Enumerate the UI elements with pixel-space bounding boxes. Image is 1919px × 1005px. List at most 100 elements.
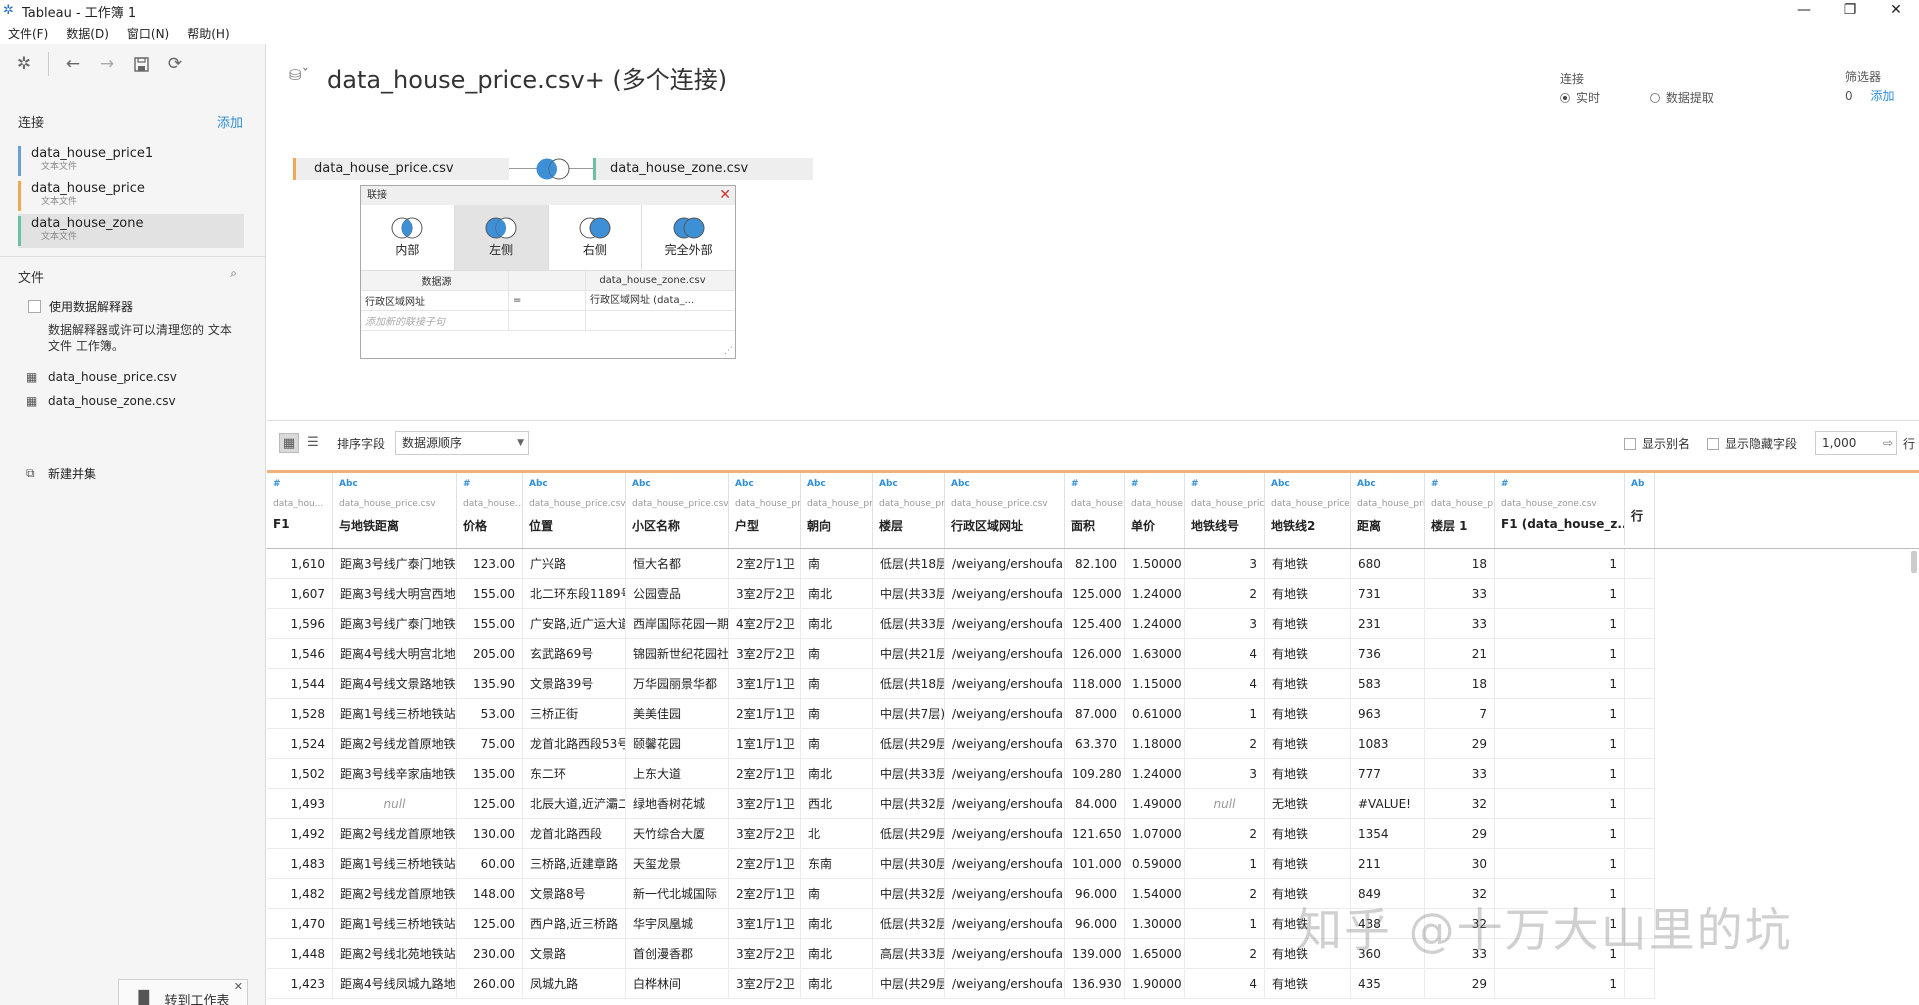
sort-select[interactable]: 数据源顺序 ▼ <box>395 431 529 455</box>
close-icon[interactable]: ✕ <box>719 186 731 204</box>
column-header[interactable]: Abc data_house_price.csv 行政区域网址 <box>945 473 1065 548</box>
column-header[interactable]: # data_house... 单价 <box>1125 473 1185 548</box>
connection-item[interactable]: data_house_zone 文本文件 <box>18 214 244 248</box>
menu-help[interactable]: 帮助(H) <box>187 25 229 42</box>
table-cell: 4 <box>1185 669 1265 698</box>
column-header[interactable]: Abc data_house_pri... 楼层 <box>873 473 945 548</box>
join-operator[interactable]: = <box>508 290 585 311</box>
right-table-pill[interactable]: data_house_zone.csv <box>593 158 813 180</box>
new-union-item[interactable]: ⧉ 新建并集 <box>26 465 96 482</box>
column-header[interactable]: # data_hou... F1 <box>267 473 333 548</box>
grid-view-icon[interactable]: ▦ <box>279 433 299 453</box>
live-radio[interactable]: 实时 <box>1560 91 1600 105</box>
column-header[interactable]: Abc data_house_pri... 朝向 <box>801 473 873 548</box>
interpreter-checkbox[interactable] <box>28 300 41 313</box>
table-cell: 南北 <box>801 909 873 938</box>
table-cell: 731 <box>1351 579 1425 608</box>
restore-button[interactable]: ❐ <box>1827 0 1873 22</box>
file-item[interactable]: ▦ data_house_zone.csv <box>26 394 176 408</box>
column-header[interactable]: Abc data_house_price.csv 小区名称 <box>626 473 729 548</box>
file-item[interactable]: ▦ data_house_price.csv <box>26 370 177 384</box>
column-header[interactable]: # data_house... 价格 <box>457 473 523 548</box>
extract-radio[interactable]: 数据提取 <box>1649 91 1714 105</box>
show-hidden-checkbox[interactable] <box>1707 437 1719 450</box>
table-cell: 3室2厅2卫 <box>729 939 801 968</box>
table-row[interactable]: 1,524 距离2号线龙首原地铁... 75.00 龙首北路西段53号 颐馨花园 1室1厅… <box>267 729 1655 759</box>
minimize-button[interactable]: — <box>1781 0 1827 22</box>
column-header[interactable]: Abc data_house_price.csv 与地铁距离 <box>333 473 457 548</box>
table-row[interactable]: 1,607 距离3号线大明宫西地... 155.00 北二环东段1189号 公园壹品 3室… <box>267 579 1655 609</box>
table-cell: /weiyang/ershoufang/ <box>945 849 1065 878</box>
table-row[interactable]: 1,423 距离4号线凤城九路地... 260.00 凤城九路 白桦林间 3室2厅2卫 南北… <box>267 969 1655 999</box>
left-field[interactable]: 行政区域网址 <box>361 293 508 308</box>
table-cell: 低层(共18层) <box>873 549 945 578</box>
table-cell: 3 <box>1185 549 1265 578</box>
join-type-full-outer[interactable]: 完全外部 <box>642 205 735 270</box>
table-cell: 南北 <box>801 759 873 788</box>
table-row[interactable]: 1,493null125.00北辰大道,近浐灞二路绿地香树花城3室2厅1卫西北中… <box>267 789 1655 819</box>
table-cell: /weiyang/ershoufang/ <box>945 669 1065 698</box>
add-filter-link[interactable]: 添加 <box>1870 89 1894 103</box>
table-cell: 南北 <box>801 609 873 638</box>
table-cell: /weiyang/ershoufang/ <box>945 759 1065 788</box>
close-icon[interactable]: ✕ <box>234 980 243 993</box>
datasource-title[interactable]: data_house_price.csv+ (多个连接) <box>327 60 727 95</box>
tableau-home-icon[interactable]: ✲ <box>12 52 36 76</box>
table-row[interactable]: 1,544 距离4号线文景路地铁... 135.90 文景路39号 万华园丽景华都 3室1… <box>267 669 1655 699</box>
join-type-inner[interactable]: 内部 <box>361 205 455 270</box>
forward-arrow-icon[interactable]: → <box>95 52 119 76</box>
table-cell: 距离3号线大明宫西地... <box>333 579 457 608</box>
table-row[interactable]: 1,483距离1号线三桥地铁站2...60.00三桥路,近建章路天玺龙景2室2厅… <box>267 849 1655 879</box>
connection-item[interactable]: data_house_price 文本文件 <box>18 179 244 213</box>
column-header[interactable]: # data_house_price... 地铁线号 <box>1185 473 1265 548</box>
arrow-right-icon[interactable]: ⇨ <box>1883 432 1893 454</box>
table-row[interactable]: 1,502 距离3号线辛家庙地铁... 135.00 东二环 上东大道 2室2厅1卫 南北中… <box>267 759 1655 789</box>
column-type-icon: # <box>1191 479 1199 489</box>
rows-input[interactable]: 1,000 ⇨ <box>1815 431 1897 455</box>
table-row[interactable]: 1,528距离1号线三桥地铁站9...53.00三桥正街美美佳园2室1厅1卫南中… <box>267 699 1655 729</box>
refresh-icon[interactable]: ⟳ <box>163 52 187 76</box>
close-button[interactable]: ✕ <box>1873 0 1919 22</box>
connection-item[interactable]: data_house_price1 文本文件 <box>18 144 244 178</box>
interpreter-option[interactable]: 使用数据解释器 <box>28 298 133 315</box>
left-join-icon[interactable] <box>533 158 573 180</box>
column-header[interactable]: Abc data_house_price.csv 地铁线2 <box>1265 473 1351 548</box>
database-icon[interactable]: ⛁ˇ <box>289 66 309 84</box>
table-row[interactable]: 1,492 距离2号线龙首原地铁... 130.00 龙首北路西段 天竹综合大厦 3室2厅… <box>267 819 1655 849</box>
column-header[interactable]: Ab 行 <box>1625 473 1655 548</box>
table-row[interactable]: 1,610 距离3号线广泰门地铁... 123.00 广兴路 恒大名都 2室2厅1卫南低层… <box>267 549 1655 579</box>
add-join-clause[interactable]: 添加新的联接子句 <box>361 313 508 328</box>
show-hidden-option[interactable]: 显示隐藏字段 <box>1707 435 1797 452</box>
table-cell: 南 <box>801 639 873 668</box>
right-field[interactable]: 行政区域网址 (data_... <box>585 290 715 311</box>
add-join-clause-row[interactable]: 添加新的联接子句 <box>361 310 735 331</box>
table-row[interactable]: 1,546距离4号线大明宫北地...205.00玄武路69号锦园新世纪花园社区3… <box>267 639 1655 669</box>
left-table-pill[interactable]: data_house_price.csv <box>293 158 509 180</box>
table-icon: ▦ <box>26 394 38 408</box>
save-icon[interactable] <box>129 52 153 76</box>
column-header[interactable]: Abc data_house_pri... 距离 <box>1351 473 1425 548</box>
list-view-icon[interactable]: ☰ <box>303 433 323 453</box>
column-header[interactable]: # data_house... 面积 <box>1065 473 1125 548</box>
column-header[interactable]: # data_house_zone.csv F1 (data_house_z... <box>1495 473 1625 545</box>
column-header[interactable]: # data_house_p... 楼层 1 <box>1425 473 1495 548</box>
vertical-scrollbar[interactable] <box>1911 551 1917 573</box>
join-type-right[interactable]: 右侧 <box>549 205 643 270</box>
show-alias-checkbox[interactable] <box>1624 437 1636 450</box>
column-header[interactable]: Abc data_house_price.csv 位置 <box>523 473 626 548</box>
table-cell: 3室1厅1卫 <box>729 669 801 698</box>
join-type-left[interactable]: 左侧 <box>454 205 549 270</box>
table-cell: 1,524 <box>267 729 333 758</box>
menu-file[interactable]: 文件(F) <box>8 25 48 42</box>
search-icon[interactable]: ⌕ <box>230 266 237 281</box>
column-header[interactable]: Abc data_house_pri... 户型 <box>729 473 801 548</box>
goto-sheet-button[interactable]: ▐▌ 转到工作表 ✕ <box>118 979 248 1005</box>
add-connection-link[interactable]: 添加 <box>217 112 243 131</box>
back-arrow-icon[interactable]: ← <box>61 52 85 76</box>
menu-window[interactable]: 窗口(N) <box>127 25 169 42</box>
table-row[interactable]: 1,596 距离3号线广泰门地铁... 155.00 广安路,近广运大道 西岸国际花园一… <box>267 609 1655 639</box>
menu-data[interactable]: 数据(D) <box>66 25 109 42</box>
join-clause-row[interactable]: 行政区域网址 = 行政区域网址 (data_... <box>361 290 735 311</box>
show-alias-option[interactable]: 显示别名 <box>1624 435 1690 452</box>
resize-grip-icon[interactable]: ⋰ <box>724 346 733 356</box>
